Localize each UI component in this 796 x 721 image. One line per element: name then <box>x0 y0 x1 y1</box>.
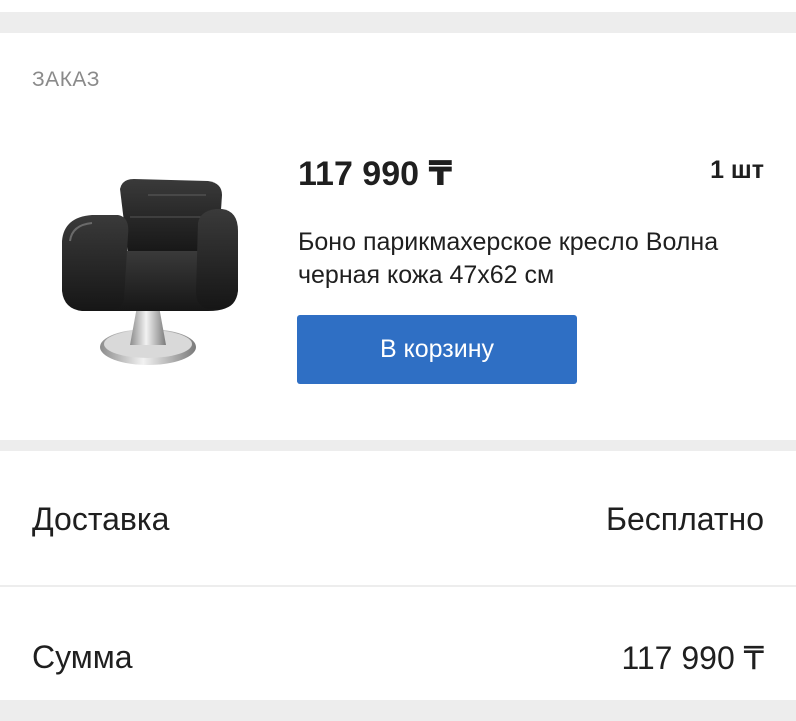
summary-card: Доставка Бесплатно Сумма 117 990 ₸ <box>0 451 796 700</box>
section-title: ЗАКАЗ <box>32 68 100 91</box>
product-price: 117 990 ₸ <box>298 155 453 193</box>
chair-right-arm <box>196 209 238 309</box>
delivery-value: Бесплатно <box>605 501 764 537</box>
order-card: ЗАКАЗ 117 990 ₸ 1 шт Боно парикмахерское… <box>0 33 796 440</box>
add-to-cart-label: В корзину <box>379 335 495 363</box>
product-image[interactable] <box>58 151 242 373</box>
product-name[interactable]: Боно парикмахерское кресло Волна черная … <box>298 226 738 292</box>
total-value: 117 990 ₸ <box>621 640 764 676</box>
delivery-row: Доставка Бесплатно <box>0 451 796 585</box>
chair-left-arm <box>62 215 129 311</box>
product-quantity: 1 шт <box>710 156 764 184</box>
add-to-cart-button[interactable]: В корзину <box>297 315 577 384</box>
total-label: Сумма <box>32 639 133 675</box>
top-strip <box>0 0 796 12</box>
total-row: Сумма 117 990 ₸ <box>0 587 796 721</box>
delivery-label: Доставка <box>32 501 170 537</box>
